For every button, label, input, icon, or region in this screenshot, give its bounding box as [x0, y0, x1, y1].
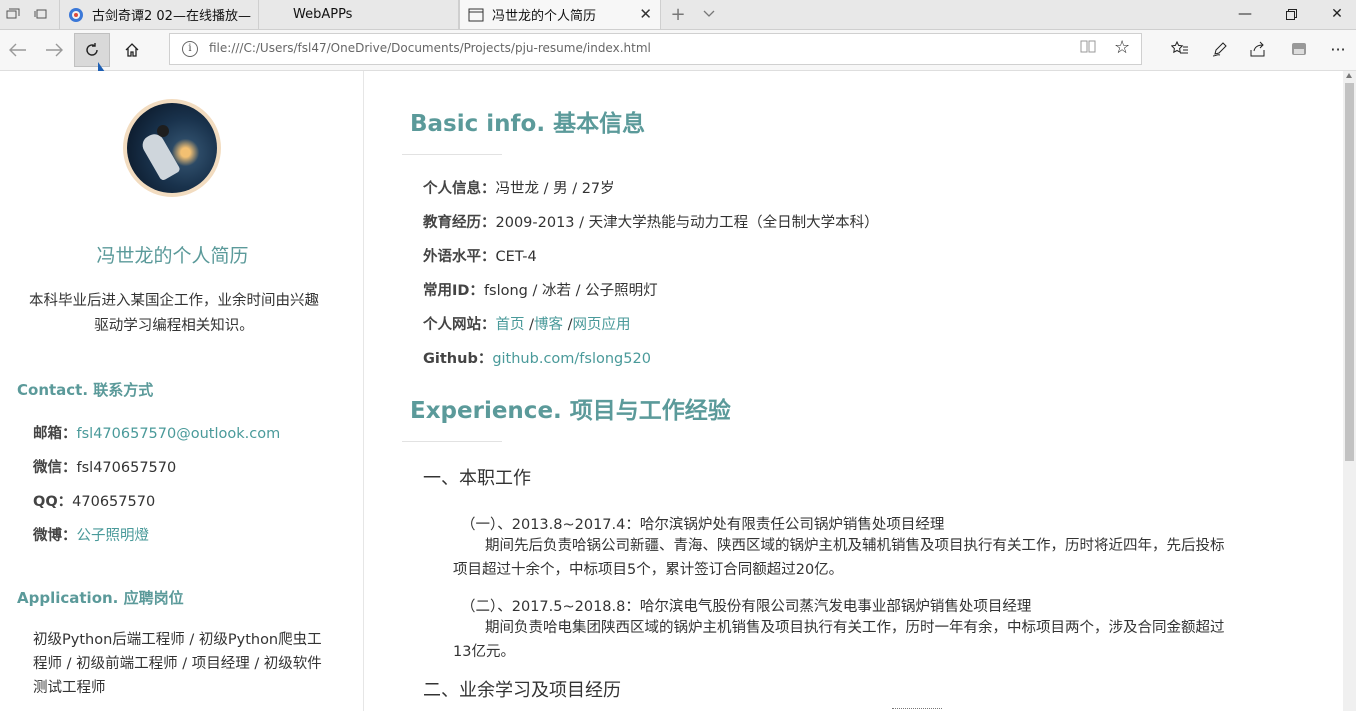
contact-weibo: 微博：公子照明燈	[33, 524, 149, 545]
tab-manager-icon[interactable]	[2, 4, 24, 24]
info-row-website: 个人网站：首页 /博客 /网页应用	[423, 313, 631, 334]
wechat-value: fsl470657570	[76, 460, 177, 476]
share-icon[interactable]	[1243, 35, 1273, 63]
info-value: 2009-2013 / 天津大学热能与动力工程（全日制大学本科）	[495, 215, 879, 231]
home-button[interactable]	[114, 33, 150, 67]
info-row-personal: 个人信息：冯世龙 / 男 / 27岁	[423, 177, 615, 198]
experience-item-title: （一）、2013.8~2017.4：哈尔滨锅炉处有限责任公司锅炉销售处项目经理	[461, 517, 945, 533]
resume-main: Basic info. 基本信息 个人信息：冯世龙 / 男 / 27岁 教育经历…	[364, 71, 1343, 711]
minimize-button[interactable]: —	[1222, 2, 1268, 26]
scrollbar-thumb[interactable]	[1345, 83, 1354, 461]
info-label: 常用ID：	[423, 283, 484, 299]
home-link[interactable]: 首页	[496, 317, 525, 333]
contact-label: 微信：	[33, 460, 77, 476]
info-label: 外语水平：	[423, 249, 496, 265]
video-site-icon	[68, 7, 84, 23]
page-viewport: 冯世龙的个人简历 本科毕业后进入某国企工作，业余时间由兴趣驱动学习编程相关知识。…	[0, 71, 1343, 711]
info-label: 个人网站：	[423, 317, 496, 333]
favorites-hub-icon[interactable]	[1165, 35, 1195, 63]
tab-bar: 古剑奇谭2 02—在线播放— WebAPPs 冯世龙的个人简历 ✕ + — ✕	[0, 0, 1356, 30]
avatar-image	[127, 103, 217, 193]
info-row-github: Github：github.com/fslong520	[423, 347, 651, 368]
info-value: fslong / 冰若 / 公子照明灯	[483, 283, 658, 299]
experience-item-desc: 期间先后负责哈锅公司新疆、青海、陕西区域的锅炉主机及辅机销售及项目执行有关工作，…	[453, 538, 1225, 578]
section-heading-job: 一、本职工作	[423, 468, 531, 489]
chevron-down-icon[interactable]	[698, 4, 720, 24]
experience-item-title: （二）、2017.5~2018.8：哈尔滨电气股份有限公司蒸汽发电事业部锅炉销售…	[461, 599, 1032, 615]
more-menu-icon[interactable]: ···	[1323, 35, 1353, 63]
web-note-pen-icon[interactable]	[1205, 35, 1235, 63]
favorite-star-icon[interactable]: ☆	[1114, 37, 1130, 58]
resume-owner-name: 冯世龙的个人简历	[96, 245, 249, 267]
info-icon[interactable]: i	[182, 41, 198, 57]
application-heading: Application. 应聘岗位	[17, 589, 184, 607]
contact-label: 微博：	[33, 528, 77, 544]
experience-heading: Experience. 项目与工作经验	[410, 398, 731, 424]
back-button[interactable]	[0, 33, 36, 67]
address-toolbar: i file:///C:/Users/fsl47/OneDrive/Docume…	[0, 30, 1356, 71]
page-scrollbar[interactable]	[1343, 71, 1356, 711]
restore-button[interactable]	[1268, 2, 1314, 26]
forward-button[interactable]	[36, 33, 72, 67]
info-value: 冯世龙 / 男 / 27岁	[495, 181, 615, 197]
basic-info-heading: Basic info. 基本信息	[410, 111, 646, 137]
tab-webapps[interactable]: WebAPPs	[259, 0, 459, 29]
info-row-language: 外语水平：CET-4	[423, 245, 537, 266]
contact-heading: Contact. 联系方式	[17, 381, 154, 399]
webapp-link[interactable]: 网页应用	[573, 317, 631, 333]
contact-qq: QQ：470657570	[33, 490, 155, 511]
contact-label: QQ：	[33, 494, 73, 510]
divider	[402, 154, 502, 155]
avatar	[123, 99, 221, 197]
blog-link[interactable]: 博客	[534, 317, 563, 333]
contact-email: 邮箱：fsl470657570@outlook.com	[33, 422, 280, 443]
separator: /	[563, 317, 573, 333]
divider	[402, 441, 502, 442]
new-tab-icon[interactable]: +	[667, 4, 689, 25]
tab-resume[interactable]: 冯世龙的个人简历 ✕	[459, 0, 661, 29]
reading-view-icon[interactable]	[1080, 39, 1096, 57]
info-label: 个人信息：	[423, 181, 496, 197]
page-icon	[468, 7, 484, 23]
divider	[892, 708, 942, 709]
separator: /	[524, 317, 534, 333]
application-text: 初级Python后端工程师 / 初级Python爬虫工程师 / 初级前端工程师 …	[33, 632, 322, 696]
tab-label: 古剑奇谭2 02—在线播放—	[92, 9, 251, 24]
github-link[interactable]: github.com/fslong520	[492, 351, 651, 367]
tab-label: WebAPPs	[293, 7, 353, 22]
info-value: CET-4	[495, 249, 537, 265]
resume-sidebar: 冯世龙的个人简历 本科毕业后进入某国企工作，业余时间由兴趣驱动学习编程相关知识。…	[0, 71, 364, 711]
email-link[interactable]: fsl470657570@outlook.com	[77, 426, 281, 442]
close-tab-icon[interactable]: ✕	[639, 5, 652, 23]
tab-gujian[interactable]: 古剑奇谭2 02—在线播放—	[59, 0, 259, 29]
address-bar[interactable]: i file:///C:/Users/fsl47/OneDrive/Docume…	[169, 33, 1142, 65]
close-window-button[interactable]: ✕	[1314, 2, 1356, 26]
tab-label: 冯世龙的个人简历	[492, 9, 597, 24]
experience-item-desc: 期间负责哈电集团陕西区域的锅炉主机销售及项目执行有关工作，历时一年有余，中标项目…	[453, 620, 1225, 660]
section-heading-study: 二、业余学习及项目经历	[423, 680, 621, 701]
info-row-education: 教育经历：2009-2013 / 天津大学热能与动力工程（全日制大学本科）	[423, 211, 879, 232]
scroll-up-icon[interactable]	[1346, 73, 1352, 78]
info-label: Github：	[423, 351, 493, 367]
contact-wechat: 微信：fsl470657570	[33, 456, 176, 477]
info-row-ids: 常用ID：fslong / 冰若 / 公子照明灯	[423, 279, 658, 300]
extension-icon[interactable]	[1284, 35, 1314, 63]
intro-text: 本科毕业后进入某国企工作，业余时间由兴趣驱动学习编程相关知识。	[29, 293, 319, 334]
contact-label: 邮箱：	[33, 426, 77, 442]
url-text[interactable]: file:///C:/Users/fsl47/OneDrive/Document…	[209, 41, 651, 55]
weibo-link[interactable]: 公子照明燈	[77, 528, 150, 544]
qq-value: 470657570	[72, 494, 156, 510]
set-tabs-aside-icon[interactable]	[29, 4, 51, 24]
info-label: 教育经历：	[423, 215, 496, 231]
